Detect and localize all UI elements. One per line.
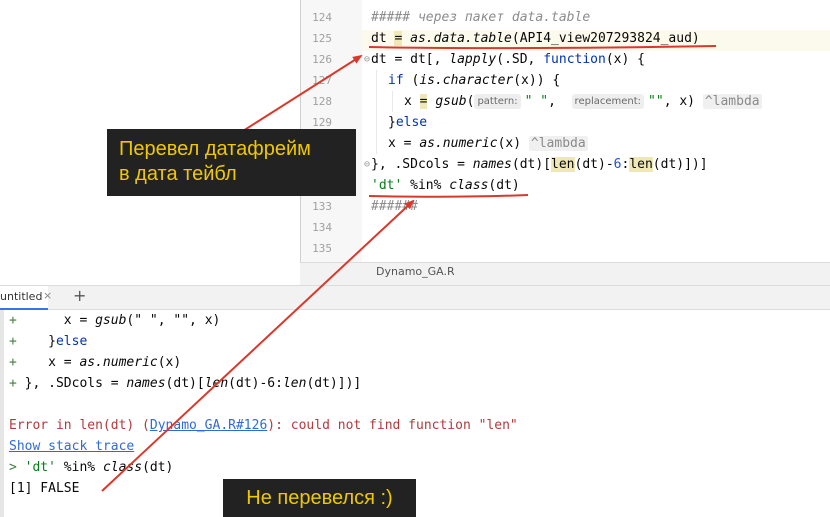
callout-not-converted: Не перевелся :) (223, 479, 416, 517)
underline-annotation (368, 45, 717, 50)
arrow-annotation (101, 199, 415, 492)
callout-text: Перевел датафрейм (119, 138, 311, 160)
callout-converted: Перевел датафрейм в дата тейбл (107, 129, 356, 196)
annotation-overlay (101, 45, 717, 492)
arrow-annotation (234, 54, 363, 137)
underline-annotation (368, 194, 529, 198)
callout-text: в дата тейбл (119, 163, 237, 185)
